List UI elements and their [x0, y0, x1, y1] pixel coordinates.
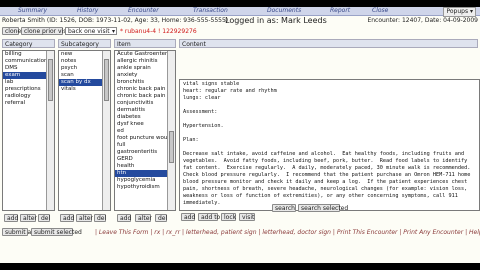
clone-button[interactable]: clone — [2, 27, 21, 35]
subcategory-alter-button[interactable]: alter — [76, 214, 93, 222]
content-header: Content — [179, 39, 478, 48]
content-add-to-button[interactable]: add to — [198, 213, 220, 221]
item-add-button[interactable]: add — [117, 214, 131, 222]
back-one-visit-value: back one visit — [68, 28, 110, 35]
search-selected-button[interactable]: search selected — [298, 204, 348, 212]
list-item[interactable]: chronic back pain h — [115, 86, 175, 93]
popups-label: Popups — [446, 8, 469, 15]
subcategory-add-button[interactable]: add — [60, 214, 74, 222]
list-item[interactable]: ed — [115, 128, 175, 135]
category-alter-button[interactable]: alter — [20, 214, 37, 222]
list-item[interactable]: chronic back pain init — [115, 93, 175, 100]
logged-in-label: Logged in as: Mark Leeds — [225, 16, 327, 25]
item-scroll-thumb[interactable] — [169, 131, 174, 163]
content-lock-button[interactable]: lock — [221, 213, 236, 221]
list-item[interactable]: foot puncture wound — [115, 135, 175, 142]
subcategory-scroll-thumb[interactable] — [104, 59, 109, 101]
content-visit-button[interactable]: visit — [239, 213, 255, 221]
category-scroll-thumb[interactable] — [48, 59, 53, 101]
subcategory-header: Subcategory — [58, 39, 111, 48]
submit-all-button[interactable]: submit all — [2, 228, 35, 236]
back-one-visit-select[interactable]: back one visit — [65, 27, 117, 36]
item-header: Item — [114, 39, 176, 48]
list-item[interactable]: diabetes — [115, 114, 175, 121]
list-item[interactable]: hypoglycemia — [115, 177, 175, 184]
list-item[interactable]: dermatitis — [115, 107, 175, 114]
encounter-info: Encounter: 12407, Date: 04-09-2009 — [367, 17, 478, 24]
menu-documents[interactable]: Documents — [267, 7, 301, 15]
menu-report[interactable]: Report — [330, 7, 350, 15]
patient-info: Roberta Smith (ID: 1526, DOB: 1973-11-02… — [2, 17, 229, 24]
menu-transaction[interactable]: Transaction — [193, 7, 228, 15]
list-item[interactable]: anxiety — [115, 72, 175, 79]
item-scrollbar[interactable] — [167, 51, 175, 210]
subcategory-del-button[interactable]: del — [94, 214, 106, 222]
menu-encounter[interactable]: Encounter — [128, 7, 159, 15]
subcategory-list[interactable]: new notes psych scan scan by dx vitals — [58, 50, 111, 211]
list-item[interactable]: full — [115, 142, 175, 149]
category-add-button[interactable]: add — [4, 214, 18, 222]
list-item[interactable]: dysf knee — [115, 121, 175, 128]
content-text: vital signs stable heart: regular rate a… — [183, 81, 471, 206]
item-alter-button[interactable]: alter — [135, 214, 152, 222]
clone-prior-visit-button[interactable]: clone prior visit — [21, 27, 70, 35]
menu-history[interactable]: History — [77, 7, 98, 15]
content-add-button[interactable]: add — [181, 213, 195, 221]
list-item[interactable]: bronchitis — [115, 79, 175, 86]
list-item[interactable]: hypothyroidism — [115, 184, 175, 191]
content-textarea[interactable]: vital signs stable heart: regular rate a… — [179, 79, 480, 211]
list-item[interactable]: health — [115, 163, 175, 170]
menu-summary[interactable]: Summary — [18, 7, 47, 15]
footer-links[interactable]: | Leave This Form | rx | rx_rr | letterh… — [95, 228, 480, 237]
list-item[interactable]: gastroenteritis — [115, 149, 175, 156]
footer-bar: submit all submit selected | Leave This … — [0, 228, 480, 237]
list-item[interactable]: GERD — [115, 156, 175, 163]
subcategory-scrollbar[interactable] — [102, 51, 110, 210]
list-item[interactable]: htn — [115, 170, 175, 177]
list-item[interactable]: conjunctivitis — [115, 100, 175, 107]
category-list[interactable]: billing communications DMS exam lab prescript… — [2, 50, 55, 211]
list-item[interactable]: ankle sprain — [115, 65, 175, 72]
category-header: Category — [2, 39, 55, 48]
list-item[interactable]: allergic rhinitis — [115, 58, 175, 65]
category-scrollbar[interactable] — [46, 51, 54, 210]
menu-close[interactable]: Close — [372, 7, 388, 15]
submit-selected-button[interactable]: submit selected — [31, 228, 82, 236]
emr-window: Summary History Encounter Transaction Do… — [0, 7, 480, 263]
item-del-button[interactable]: del — [155, 214, 167, 222]
alert-text: * rubanu4-4 ! 122929276 — [120, 28, 197, 35]
category-del-button[interactable]: del — [38, 214, 50, 222]
search-button[interactable]: search — [272, 204, 296, 212]
list-item[interactable]: Acute Gastroenteritis — [115, 51, 175, 58]
item-list[interactable]: Acute Gastroenteritis allergic rhinitis an… — [114, 50, 176, 211]
